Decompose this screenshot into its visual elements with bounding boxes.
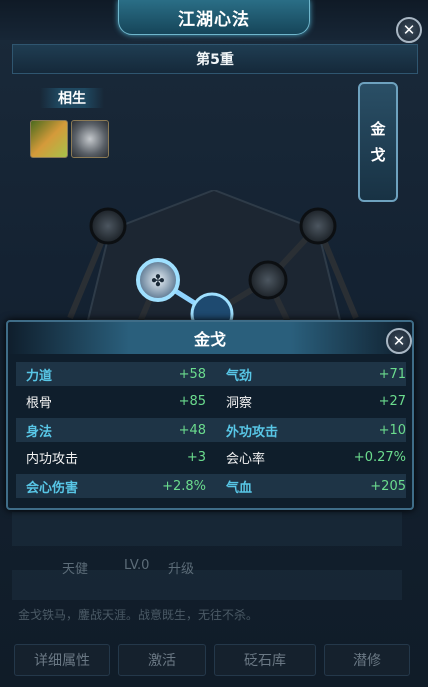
attribute-value: +71 [378,366,406,382]
skill-row-bg [12,512,402,546]
constellation-node[interactable] [248,260,288,300]
side-button-char: 金 [370,120,386,138]
skill-level: LV.0 [124,558,150,573]
attribute-row: 根骨 +85 洞察 +27 [16,389,406,413]
upgrade-link[interactable]: 升级 [168,558,194,577]
attribute-value: +0.27% [353,449,406,465]
attribute-label: 气血 [226,480,253,496]
close-button[interactable]: ✕ [396,17,422,43]
attribute-value: +85 [178,393,206,409]
attribute-label: 气劲 [226,368,253,384]
attribute-row: 会心伤害 +2.8% 气血 +205 [16,474,406,498]
attribute-row: 内功攻击 +3 会心率 +0.27% [16,445,406,469]
cultivate-button[interactable]: 潜修 [324,644,410,676]
attribute-value: +10 [378,422,406,438]
attribute-label: 根骨 [26,395,53,411]
stone-library-button[interactable]: 砭石库 [214,644,316,676]
xiangsheng-label: 相生 [40,88,104,108]
close-icon: ✕ [402,20,416,39]
jinge-side-button[interactable]: 金 戈 [358,82,398,202]
constellation-node[interactable] [299,207,337,245]
item-slot-icon[interactable] [30,120,68,158]
attribute-value: +48 [178,422,206,438]
attribute-label: 外功攻击 [226,424,279,440]
attribute-label: 洞察 [226,395,253,411]
attribute-row: 力道 +58 气劲 +71 [16,362,406,386]
popup-close-button[interactable]: ✕ [386,328,412,354]
xinfa-description: 金戈铁马，鏖战天涯。战意既生，无往不杀。 [18,608,259,622]
close-icon: ✕ [392,331,406,350]
attribute-label: 内功攻击 [26,451,79,467]
attribute-label: 力道 [26,368,53,384]
activate-button[interactable]: 激活 [118,644,206,676]
attribute-value: +27 [378,393,406,409]
attribute-popup: 金戈 ✕ 力道 +58 气劲 +71 根骨 +85 洞察 +27 身法 +48 … [6,320,414,510]
attribute-value: +2.8% [162,478,206,494]
attribute-value: +58 [178,366,206,382]
attribute-label: 会心伤害 [26,480,79,496]
window-title: 江湖心法 [118,0,310,35]
skill-name: 天健 [62,562,89,577]
popup-title: 金戈 [8,322,412,354]
attribute-value: +3 [186,449,206,465]
attribute-label: 身法 [26,424,53,440]
tier-label: 第5重 [12,44,418,74]
scroll-glyph-icon: ✤ [151,271,164,290]
attribute-row: 身法 +48 外功攻击 +10 [16,418,406,442]
detail-attributes-button[interactable]: 详细属性 [14,644,110,676]
side-button-char: 戈 [370,146,386,164]
constellation-node[interactable] [89,207,127,245]
item-slot-icon[interactable] [71,120,109,158]
attribute-value: +205 [370,478,406,494]
attribute-label: 会心率 [226,451,266,467]
